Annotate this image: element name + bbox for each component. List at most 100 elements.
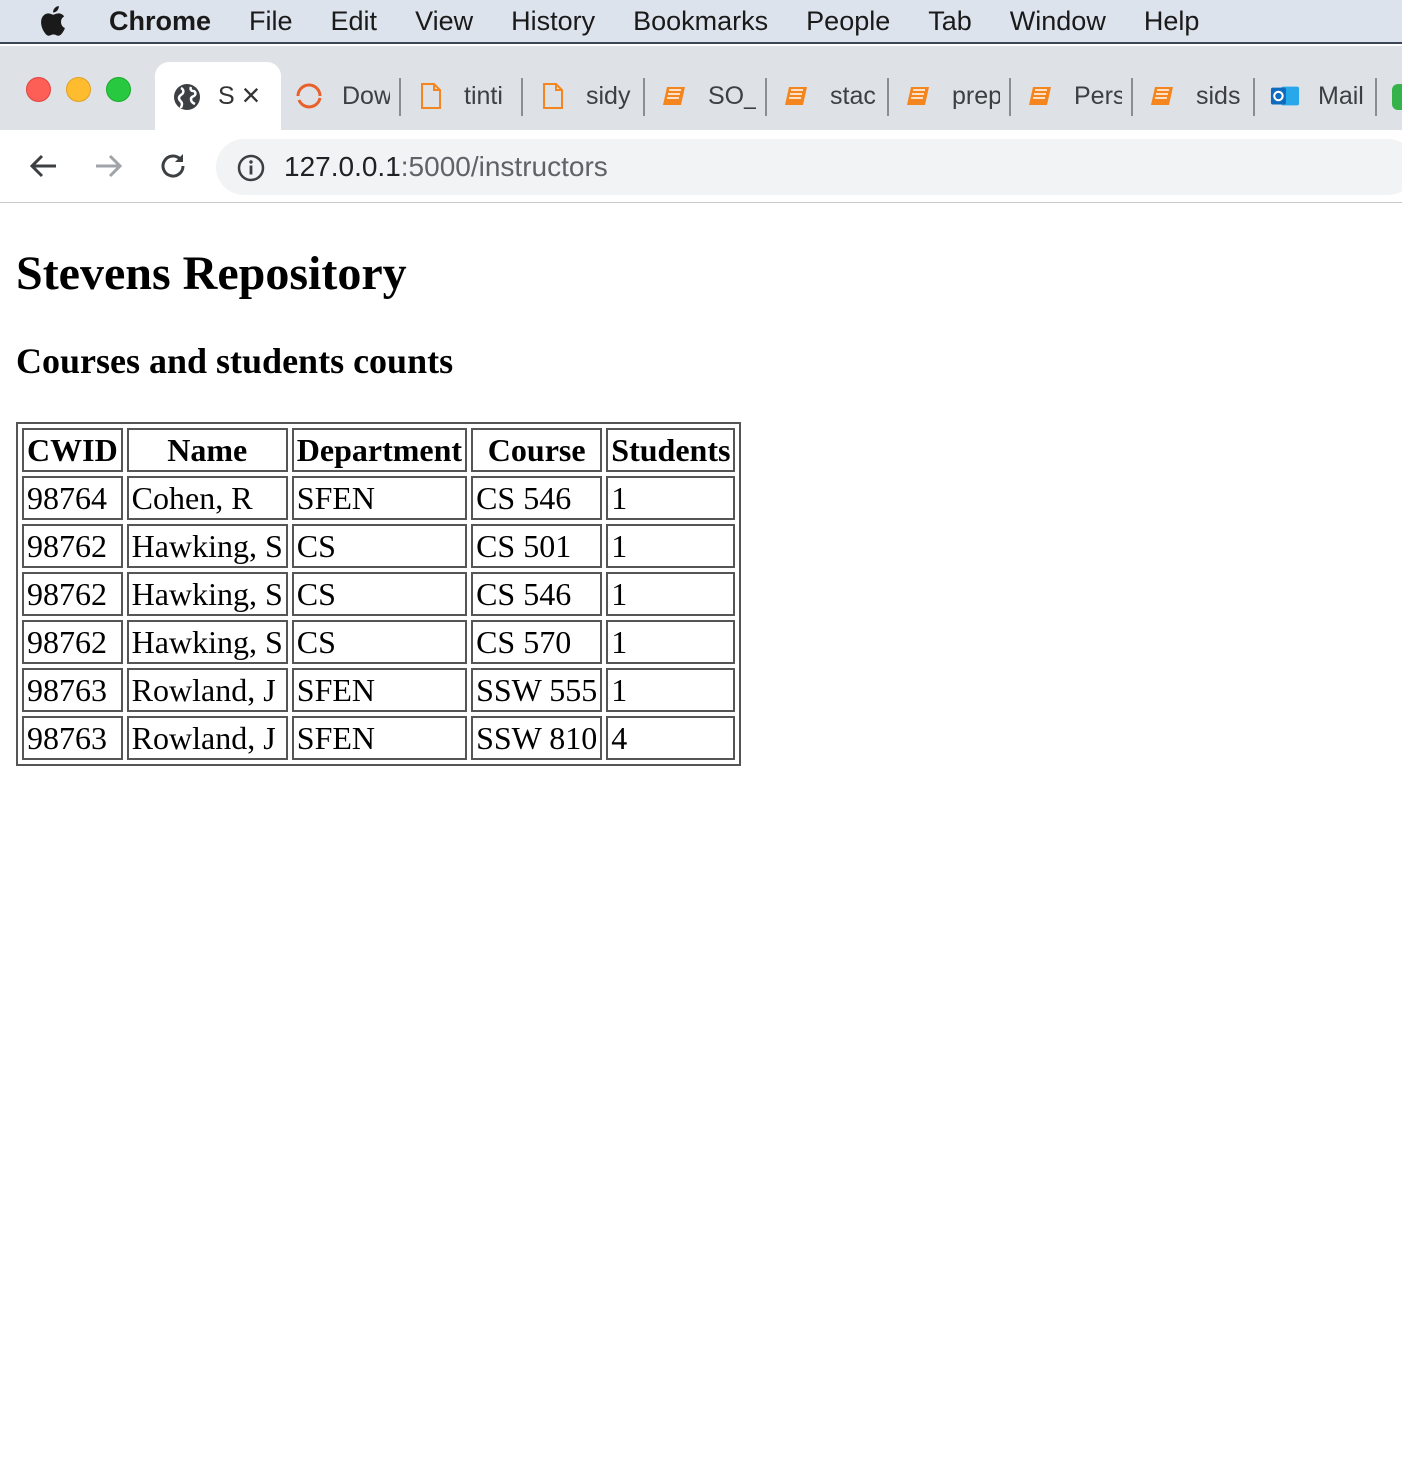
menu-app-chrome[interactable]: Chrome [90, 0, 230, 43]
tab-separator [765, 78, 767, 116]
cell-course: CS 546 [471, 476, 603, 520]
header-department: Department [291, 428, 468, 472]
cell-cwid: 98762 [22, 524, 123, 568]
tab-tinti[interactable]: tinti [416, 76, 512, 116]
cell-course: CS 570 [471, 620, 603, 664]
minimize-window-button[interactable] [66, 77, 91, 102]
header-name: Name [126, 428, 288, 472]
cell-name: Cohen, R [126, 476, 288, 520]
cell-students: 1 [606, 668, 736, 712]
back-arrow-icon[interactable] [26, 148, 62, 184]
menu-view[interactable]: View [396, 0, 492, 43]
header-students: Students [606, 428, 736, 472]
page-title: Stevens Repository [16, 247, 407, 300]
cell-department: SFEN [291, 668, 468, 712]
apple-icon[interactable] [38, 0, 78, 43]
table-row: 98764 Cohen, R SFEN CS 546 1 [22, 476, 736, 520]
menu-bar: Chrome File Edit View History Bookmarks … [0, 0, 1402, 44]
instructors-table: CWID Name Department Course Students 987… [16, 422, 742, 766]
tab-separator [1131, 78, 1133, 116]
tab-active-label: S [218, 82, 235, 110]
cell-course: SSW 555 [471, 668, 603, 712]
cell-department: CS [291, 524, 468, 568]
tab-so[interactable]: SO_ [660, 76, 756, 116]
url-host: 127.0.0.1 [284, 151, 401, 182]
info-icon[interactable] [236, 153, 266, 183]
menu-help[interactable]: Help [1125, 0, 1219, 43]
tab-active[interactable]: S × [155, 62, 281, 130]
cell-cwid: 98762 [22, 620, 123, 664]
cell-department: CS [291, 620, 468, 664]
book-icon [782, 81, 812, 111]
loading-icon [294, 81, 324, 111]
cell-name: Rowland, J [126, 716, 288, 760]
globe-icon [172, 82, 202, 112]
book-icon [1148, 81, 1178, 111]
menu-history[interactable]: History [492, 0, 614, 43]
menu-file[interactable]: File [230, 0, 312, 43]
browser-toolbar: 127.0.0.1:5000/instructors [0, 130, 1402, 203]
table-row: 98763 Rowland, J SFEN SSW 555 1 [22, 668, 736, 712]
cell-name: Hawking, S [126, 572, 288, 616]
book-icon [1026, 81, 1056, 111]
menu-people[interactable]: People [787, 0, 909, 43]
tab-stac[interactable]: stac [782, 76, 878, 116]
tab-prep[interactable]: prep [904, 76, 1000, 116]
tab-label: sids [1196, 81, 1241, 110]
cell-students: 1 [606, 524, 736, 568]
cell-name: Hawking, S [126, 524, 288, 568]
table-row: 98762 Hawking, S CS CS 546 1 [22, 572, 736, 616]
cell-cwid: 98764 [22, 476, 123, 520]
url-path: :5000/instructors [400, 151, 608, 182]
cell-students: 4 [606, 716, 736, 760]
reload-icon[interactable] [155, 148, 191, 184]
tab-separator [887, 78, 889, 116]
address-bar[interactable]: 127.0.0.1:5000/instructors [216, 139, 1402, 195]
tab-label: stac [830, 81, 876, 110]
cell-students: 1 [606, 620, 736, 664]
page-subtitle: Courses and students counts [16, 341, 454, 381]
tab-mail[interactable]: Mail [1270, 76, 1366, 116]
extension-icon[interactable] [1392, 84, 1402, 110]
cell-name: Hawking, S [126, 620, 288, 664]
header-cwid: CWID [22, 428, 123, 472]
tab-separator [521, 78, 523, 116]
cell-course: CS 546 [471, 572, 603, 616]
tab-label: tinti [464, 81, 503, 110]
cell-course: CS 501 [471, 524, 603, 568]
document-icon [416, 81, 446, 111]
tab-label: Pers [1074, 81, 1122, 110]
tab-separator [643, 78, 645, 116]
header-course: Course [471, 428, 603, 472]
cell-cwid: 98763 [22, 716, 123, 760]
cell-department: CS [291, 572, 468, 616]
cell-department: SFEN [291, 476, 468, 520]
tab-close-icon[interactable]: × [236, 78, 266, 112]
menu-bookmarks[interactable]: Bookmarks [614, 0, 787, 43]
tab-separator [1009, 78, 1011, 116]
cell-department: SFEN [291, 716, 468, 760]
forward-arrow-icon[interactable] [90, 148, 126, 184]
cell-name: Rowland, J [126, 668, 288, 712]
document-icon [538, 81, 568, 111]
tab-sidy[interactable]: sidy [538, 76, 634, 116]
cell-cwid: 98762 [22, 572, 123, 616]
table-row: 98762 Hawking, S CS CS 570 1 [22, 620, 736, 664]
tab-dow[interactable]: Dow [294, 76, 390, 116]
tab-separator [1375, 78, 1377, 116]
tab-label: Dow [342, 81, 390, 110]
tab-separator [399, 78, 401, 116]
tab-sids[interactable]: sids [1148, 76, 1244, 116]
close-window-button[interactable] [26, 77, 51, 102]
cell-course: SSW 810 [471, 716, 603, 760]
menu-window[interactable]: Window [991, 0, 1125, 43]
cell-students: 1 [606, 572, 736, 616]
tab-label: SO_ [708, 81, 756, 110]
url-text[interactable]: 127.0.0.1:5000/instructors [284, 150, 608, 184]
tab-pers[interactable]: Pers [1026, 76, 1122, 116]
tab-label: Mail [1318, 81, 1364, 110]
zoom-window-button[interactable] [106, 77, 131, 102]
menu-tab[interactable]: Tab [909, 0, 991, 43]
tab-separator [1253, 78, 1255, 116]
menu-edit[interactable]: Edit [312, 0, 397, 43]
